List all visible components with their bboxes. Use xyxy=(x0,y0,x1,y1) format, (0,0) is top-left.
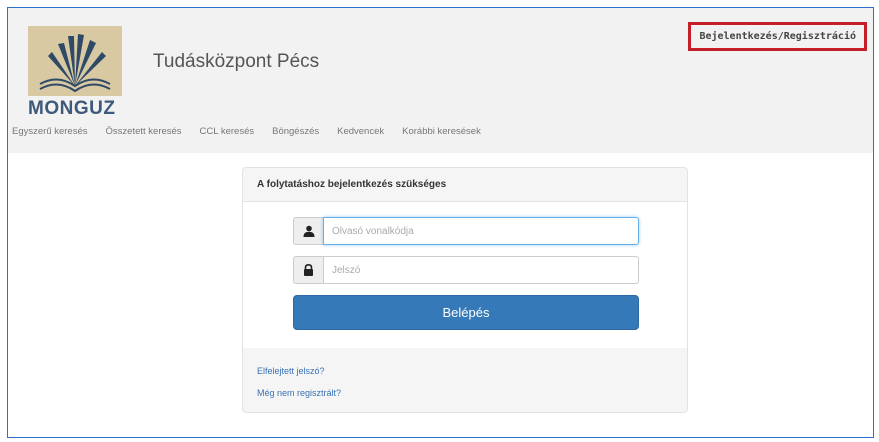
book-leaves-icon xyxy=(39,34,111,93)
monguz-logo[interactable]: MONGUZ xyxy=(20,22,130,122)
register-link[interactable]: Még nem regisztrált? xyxy=(257,388,341,398)
nav-previous-searches[interactable]: Korábbi keresések xyxy=(402,126,481,137)
logo-text: MONGUZ xyxy=(28,98,116,119)
barcode-row xyxy=(293,217,639,245)
nav-ccl-search[interactable]: CCL keresés xyxy=(200,126,255,137)
forgot-password-link[interactable]: Elfelejtett jelszó? xyxy=(257,366,341,376)
login-panel-footer: Elfelejtett jelszó? Még nem regisztrált? xyxy=(257,366,341,410)
login-button[interactable]: Belépés xyxy=(293,295,639,330)
site-header: MONGUZ Tudásközpont Pécs Bejelentkezés/R… xyxy=(8,8,873,153)
login-panel-heading: A folytatáshoz bejelentkezés szükséges xyxy=(243,168,687,202)
login-panel: A folytatáshoz bejelentkezés szükséges B… xyxy=(242,167,688,413)
login-form: Belépés xyxy=(243,202,687,348)
nav-advanced-search[interactable]: Összetett keresés xyxy=(106,126,182,137)
nav-browse[interactable]: Böngészés xyxy=(272,126,319,137)
login-register-link[interactable]: Bejelentkezés/Regisztráció xyxy=(688,22,867,51)
browser-frame: MONGUZ Tudásközpont Pécs Bejelentkezés/R… xyxy=(7,7,874,438)
password-input[interactable] xyxy=(323,256,639,284)
site-title: Tudásközpont Pécs xyxy=(153,51,320,72)
nav-simple-search[interactable]: Egyszerű keresés xyxy=(12,126,88,137)
user-icon xyxy=(293,217,323,245)
logo-image xyxy=(28,26,122,96)
main-nav: Egyszerű keresés Összetett keresés CCL k… xyxy=(12,126,481,137)
nav-favorites[interactable]: Kedvencek xyxy=(337,126,384,137)
password-row xyxy=(293,256,639,284)
barcode-input[interactable] xyxy=(323,217,639,245)
lock-icon xyxy=(293,256,323,284)
